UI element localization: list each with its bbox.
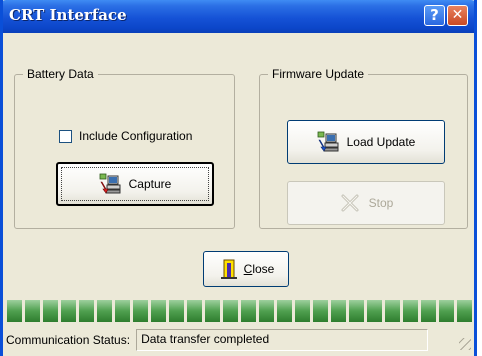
crt-interface-window: CRT Interface ? ✕ Battery Data Include C…: [0, 0, 477, 356]
progress-segment: [79, 300, 94, 322]
communication-status-label: Communication Status:: [6, 333, 131, 347]
progress-segment: [331, 300, 346, 322]
progress-segment: [151, 300, 166, 322]
firmware-update-group: Firmware Update Load Update Stop: [259, 67, 468, 229]
progress-segment: [259, 300, 274, 322]
progress-segment: [457, 300, 472, 322]
progress-segment: [7, 300, 22, 322]
stop-x-icon: [339, 192, 361, 214]
progress-segment: [223, 300, 238, 322]
include-configuration-checkbox[interactable]: [59, 129, 72, 143]
battery-data-group: Battery Data Include Configuration Captu…: [14, 67, 235, 229]
progress-segment: [187, 300, 202, 322]
focus-rectangle: [61, 167, 209, 201]
capture-button[interactable]: Capture: [56, 162, 214, 206]
transfer-progress-bar: [7, 300, 473, 324]
progress-segment: [295, 300, 310, 322]
progress-segment: [43, 300, 58, 322]
progress-segment: [61, 300, 76, 322]
progress-segment: [241, 300, 256, 322]
window-title: CRT Interface: [9, 6, 127, 24]
window-close-button[interactable]: ✕: [447, 5, 468, 26]
progress-segment: [403, 300, 418, 322]
progress-segment: [421, 300, 436, 322]
communication-status-value: Data transfer completed: [136, 329, 429, 351]
include-configuration-row[interactable]: Include Configuration: [59, 129, 192, 143]
computer-transfer-icon: [317, 131, 339, 153]
close-button-label: Close: [243, 262, 275, 276]
computer-transfer-icon: [99, 173, 121, 195]
battery-data-legend: Battery Data: [27, 67, 94, 81]
progress-segment: [25, 300, 40, 322]
help-button[interactable]: ?: [424, 5, 445, 26]
progress-segment: [385, 300, 400, 322]
load-update-button[interactable]: Load Update: [287, 120, 445, 164]
progress-segment: [133, 300, 148, 322]
stop-label: Stop: [368, 196, 394, 210]
firmware-update-legend: Firmware Update: [272, 67, 365, 81]
close-button[interactable]: Close: [203, 251, 289, 287]
progress-segment: [367, 300, 382, 322]
progress-segment: [439, 300, 454, 322]
status-bar: Communication Status: Data transfer comp…: [3, 327, 474, 353]
progress-segment: [97, 300, 112, 322]
stop-button[interactable]: Stop: [287, 181, 445, 225]
progress-segment: [277, 300, 292, 322]
progress-segment: [349, 300, 364, 322]
include-configuration-label: Include Configuration: [79, 129, 193, 143]
title-bar[interactable]: CRT Interface ? ✕: [3, 0, 474, 33]
load-update-label: Load Update: [346, 135, 416, 149]
progress-segment: [205, 300, 220, 322]
resize-grip[interactable]: [459, 338, 471, 350]
door-exit-icon: [218, 258, 240, 280]
progress-segment: [169, 300, 184, 322]
progress-segment: [115, 300, 130, 322]
progress-segment: [313, 300, 328, 322]
